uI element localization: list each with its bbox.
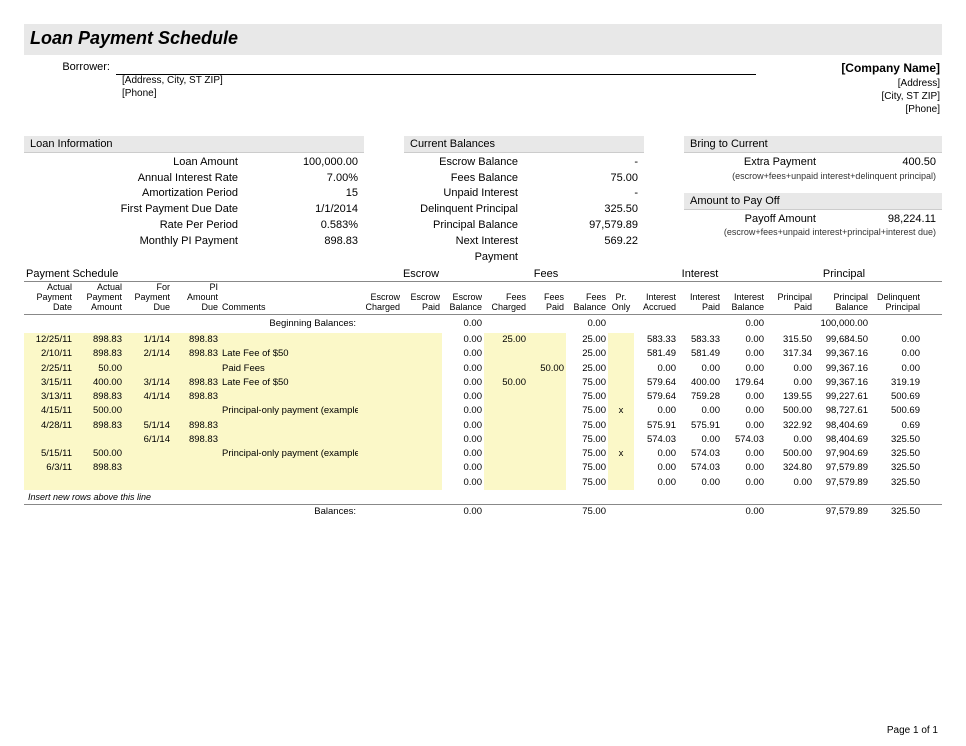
- borrower-phone: [Phone]: [122, 88, 756, 101]
- schedule-group-header: Payment Schedule Escrow Fees Interest Pr…: [24, 268, 942, 282]
- beginning-balances-row: Beginning Balances:0.000.000.00100,000.0…: [24, 315, 942, 333]
- col-hdr-feec: FeesCharged: [484, 282, 528, 314]
- col-hdr-date: ActualPaymentDate: [24, 282, 74, 314]
- borrower-address: [Address, City, ST ZIP]: [122, 75, 756, 88]
- bring-current-note: (escrow+fees+unpaid interest+delinquent …: [690, 171, 936, 181]
- col-hdr-prb: PrincipalBalance: [814, 282, 870, 314]
- company-name: [Company Name]: [841, 61, 940, 77]
- balance-row: Next Interest Payment569.22: [410, 234, 638, 266]
- bring-current-box: Bring to Current Extra Payment400.50 (es…: [684, 136, 942, 183]
- extra-payment-label: Extra Payment: [690, 155, 856, 171]
- col-hdr-inta: InterestAccrued: [634, 282, 678, 314]
- company-block: [Company Name] [Address] [City, ST ZIP] …: [841, 61, 940, 116]
- schedule-rows: 12/25/11898.831/1/14898.830.0025.0025.00…: [24, 333, 942, 490]
- bring-current-header: Bring to Current: [684, 136, 942, 153]
- table-row: 4/15/11500.00Principal-only payment (exa…: [24, 404, 942, 418]
- borrower-label: Borrower:: [26, 61, 116, 75]
- col-hdr-intp: InterestPaid: [678, 282, 722, 314]
- company-address: [Address]: [841, 77, 940, 90]
- extra-payment-value: 400.50: [856, 155, 936, 171]
- balance-row: Escrow Balance-: [410, 155, 638, 171]
- loan-info-header: Loan Information: [24, 136, 364, 153]
- col-hdr-pr: Pr.Only: [608, 282, 634, 314]
- loan-info-row: Amortization Period15: [30, 186, 358, 202]
- loan-info-row: Rate Per Period0.583%: [30, 218, 358, 234]
- col-hdr-feeb: FeesBalance: [566, 282, 608, 314]
- table-row: 3/13/11898.834/1/14898.830.0075.00579.64…: [24, 390, 942, 404]
- payoff-box: Amount to Pay Off Payoff Amount98,224.11…: [684, 193, 942, 240]
- col-hdr-comm: Comments: [220, 282, 358, 314]
- col-hdr-feep: FeesPaid: [528, 282, 566, 314]
- page-title: Loan Payment Schedule: [30, 28, 936, 49]
- col-hdr-escp: EscrowPaid: [402, 282, 442, 314]
- payoff-value: 98,224.11: [856, 212, 936, 228]
- current-balances-box: Current Balances Escrow Balance-Fees Bal…: [404, 136, 644, 269]
- table-row: 12/25/11898.831/1/14898.830.0025.0025.00…: [24, 333, 942, 347]
- current-balances-header: Current Balances: [404, 136, 644, 153]
- payoff-header: Amount to Pay Off: [684, 193, 942, 210]
- loan-info-row: First Payment Due Date1/1/2014: [30, 202, 358, 218]
- col-hdr-pi: PIAmountDue: [172, 282, 220, 314]
- loan-info-row: Monthly PI Payment898.83: [30, 234, 358, 250]
- title-bar: Loan Payment Schedule: [24, 24, 942, 55]
- col-hdr-intb: InterestBalance: [722, 282, 766, 314]
- payoff-note: (escrow+fees+unpaid interest+principal+i…: [690, 227, 936, 237]
- table-row: 0.0075.000.000.000.000.0097,579.89325.50: [24, 476, 942, 490]
- table-row: 3/15/11400.003/1/14898.83Late Fee of $50…: [24, 376, 942, 390]
- col-hdr-for: ForPaymentDue: [124, 282, 172, 314]
- col-hdr-escb: EscrowBalance: [442, 282, 484, 314]
- insert-note: Insert new rows above this line: [24, 490, 942, 504]
- balance-row: Fees Balance75.00: [410, 171, 638, 187]
- col-hdr-prp: PrincipalPaid: [766, 282, 814, 314]
- payoff-label: Payoff Amount: [690, 212, 856, 228]
- table-row: 2/25/1150.00Paid Fees0.0050.0025.000.000…: [24, 362, 942, 376]
- page-footer: Page 1 of 1: [887, 725, 938, 736]
- balance-row: Unpaid Interest-: [410, 186, 638, 202]
- group-escrow: Escrow: [358, 268, 484, 281]
- loan-info-row: Annual Interest Rate7.00%: [30, 171, 358, 187]
- table-row: 2/10/11898.832/1/14898.83Late Fee of $50…: [24, 347, 942, 361]
- loan-info-row: Loan Amount100,000.00: [30, 155, 358, 171]
- balances-row: Balances:0.0075.000.0097,579.89325.50: [24, 504, 942, 517]
- loan-info-box: Loan Information Loan Amount100,000.00An…: [24, 136, 364, 269]
- col-hdr-escc: EscrowCharged: [358, 282, 402, 314]
- balance-row: Principal Balance97,579.89: [410, 218, 638, 234]
- balance-row: Delinquent Principal325.50: [410, 202, 638, 218]
- company-city: [City, ST ZIP]: [841, 90, 940, 103]
- col-hdr-amt: ActualPaymentAmount: [74, 282, 124, 314]
- group-principal: Principal: [766, 268, 922, 281]
- table-row: 5/15/11500.00Principal-only payment (exa…: [24, 447, 942, 461]
- schedule-column-headers: ActualPaymentDateActualPaymentAmountForP…: [24, 282, 942, 315]
- group-fees: Fees: [484, 268, 608, 281]
- table-row: 4/28/11898.835/1/14898.830.0075.00575.91…: [24, 419, 942, 433]
- table-row: 6/3/11898.830.0075.000.00574.030.00324.8…: [24, 461, 942, 475]
- group-interest: Interest: [634, 268, 766, 281]
- company-phone: [Phone]: [841, 103, 940, 116]
- table-row: 6/1/14898.830.0075.00574.030.00574.030.0…: [24, 433, 942, 447]
- schedule-title: Payment Schedule: [24, 268, 220, 281]
- col-hdr-delq: DelinquentPrincipal: [870, 282, 922, 314]
